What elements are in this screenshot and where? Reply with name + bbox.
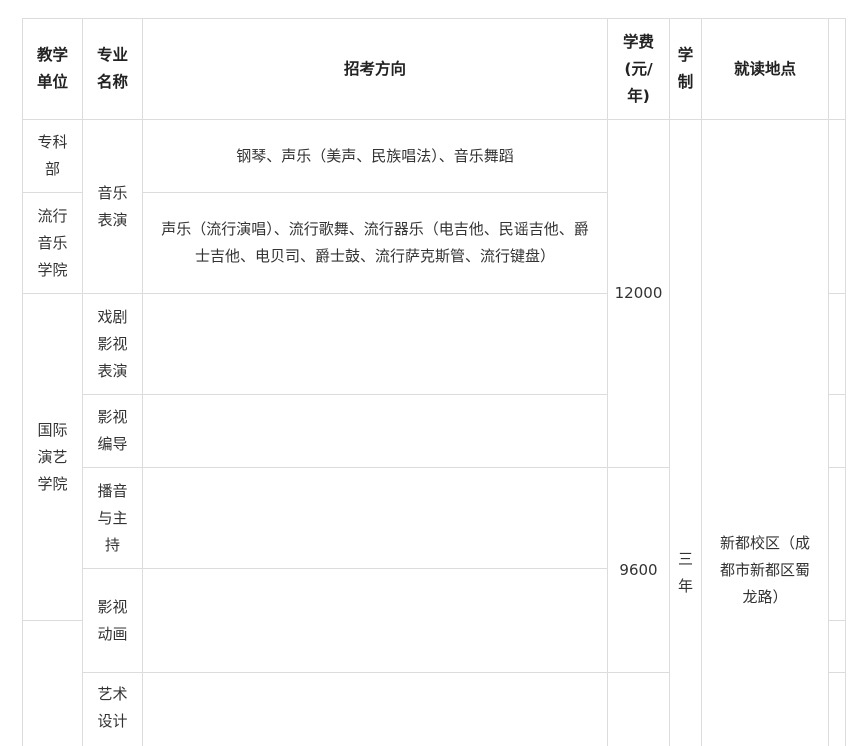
header-location-label: 就读地点 xyxy=(733,59,796,78)
header-fee: 学费(元/年) xyxy=(608,19,669,119)
major-cell: 影视编导 xyxy=(83,395,142,467)
direction-text: 钢琴、声乐（美声、民族唱法）、音乐舞蹈 xyxy=(236,146,514,165)
header-fee-label: 学费(元/年) xyxy=(622,32,654,105)
grid-line xyxy=(82,568,607,569)
unit-cell: 国际演艺学院 xyxy=(23,294,82,620)
header-major-label: 专业名称 xyxy=(96,46,128,91)
header-major: 专业名称 xyxy=(83,19,142,119)
grid-line xyxy=(828,620,845,621)
header-unit-label: 教学单位 xyxy=(36,46,68,91)
major-cell: 音乐表演 xyxy=(83,120,142,293)
direction-cell: 钢琴、声乐（美声、民族唱法）、音乐舞蹈 xyxy=(143,120,607,192)
major-cell: 播音与主持 xyxy=(83,468,142,568)
grid-line xyxy=(22,620,82,621)
header-direction-label: 招考方向 xyxy=(343,59,406,78)
major-label: 艺术设计 xyxy=(97,685,128,730)
major-cell: 戏剧影视表演 xyxy=(83,294,142,394)
location-cell: 新都校区（成都市新都区蜀龙路） xyxy=(702,120,828,746)
header-duration: 学制 xyxy=(670,19,701,119)
grid-line xyxy=(828,467,845,468)
fee-cell: 12000 xyxy=(608,120,669,467)
major-label: 播音与主持 xyxy=(97,481,128,554)
grid-line xyxy=(82,672,669,673)
direction-cell: 声乐（流行演唱）、流行歌舞、流行器乐（电吉他、民谣吉他、爵士吉他、电贝司、爵士鼓… xyxy=(143,193,607,293)
direction-text: 声乐（流行演唱）、流行歌舞、流行器乐（电吉他、民谣吉他、爵士吉他、电贝司、爵士鼓… xyxy=(161,220,589,265)
fee-cell: 9600 xyxy=(608,468,669,672)
major-label: 音乐表演 xyxy=(97,183,128,229)
grid-line xyxy=(828,672,845,673)
grid-line xyxy=(828,394,845,395)
major-label: 影视动画 xyxy=(97,597,128,643)
unit-label: 专科部 xyxy=(37,133,68,178)
grid-line xyxy=(82,467,669,468)
fee-value: 12000 xyxy=(614,284,663,302)
grid-line xyxy=(845,18,846,746)
fee-value: 9600 xyxy=(619,560,658,579)
header-unit: 教学单位 xyxy=(23,19,82,119)
grid-line xyxy=(828,293,845,294)
major-cell: 影视动画 xyxy=(83,569,142,672)
header-duration-label: 学制 xyxy=(677,46,694,91)
location-value: 新都校区（成都市新都区蜀龙路） xyxy=(719,533,810,606)
header-location: 就读地点 xyxy=(702,19,828,119)
duration-value: 三年 xyxy=(677,550,693,595)
header-direction: 招考方向 xyxy=(143,19,607,119)
major-label: 影视编导 xyxy=(97,408,128,453)
unit-cell: 专科部 xyxy=(23,120,82,192)
major-cell: 艺术设计 xyxy=(83,673,142,746)
grid-line xyxy=(828,18,829,746)
unit-label: 流行音乐学院 xyxy=(37,206,68,279)
unit-cell: 流行音乐学院 xyxy=(23,193,82,293)
unit-label: 国际演艺学院 xyxy=(37,420,68,493)
major-label: 戏剧影视表演 xyxy=(97,307,128,380)
grid-line xyxy=(82,394,607,395)
duration-cell: 三年 xyxy=(670,120,701,746)
